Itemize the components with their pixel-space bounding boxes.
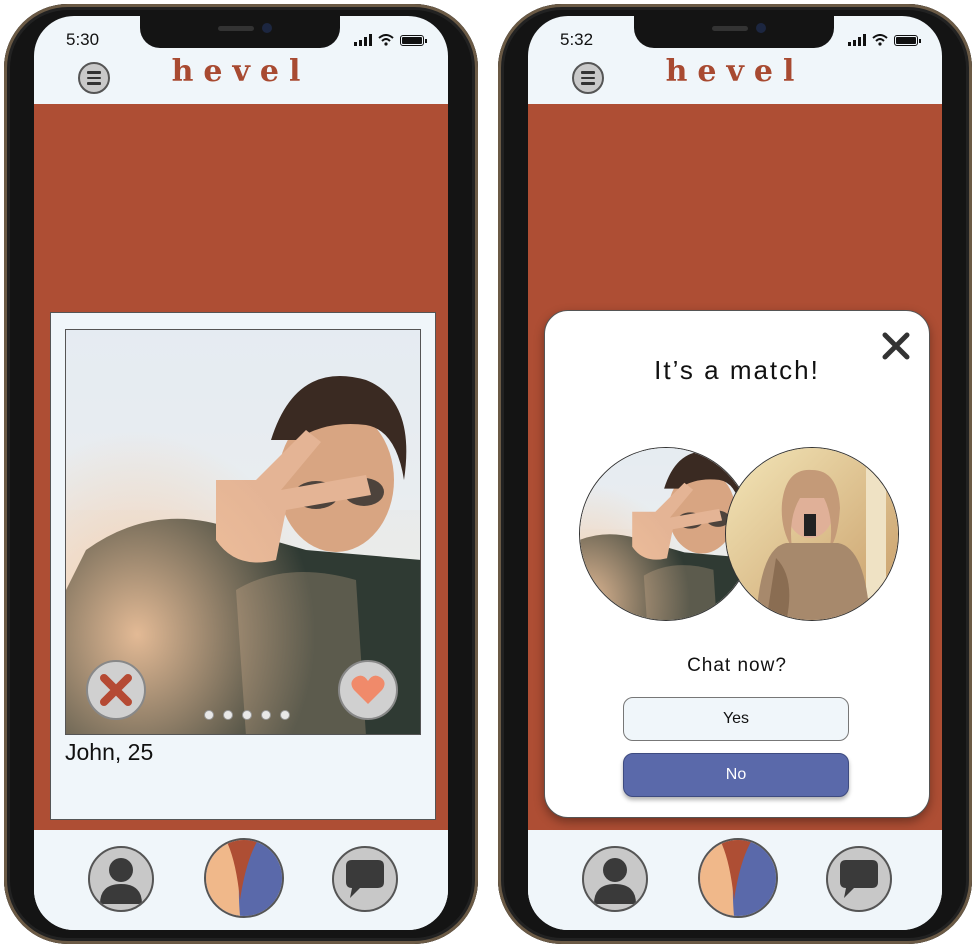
pagination-dot[interactable] <box>242 710 252 720</box>
status-time: 5:30 <box>66 30 100 49</box>
match-overlay-area: It’s a match! Chat now? Yes No <box>528 104 942 830</box>
swipe-screen: 5:30 hevel John, 25 <box>34 16 448 930</box>
app-logo: hevel <box>665 54 805 89</box>
bottom-nav <box>34 830 448 930</box>
dislike-button[interactable] <box>86 660 146 720</box>
match-screen: 5:32 hevel It’s a match! Chat now? Yes N… <box>528 16 942 930</box>
battery-icon <box>400 35 427 46</box>
signal-icon <box>354 34 372 46</box>
status-time: 5:32 <box>560 30 594 49</box>
pagination-dot[interactable] <box>223 710 233 720</box>
discover-icon <box>206 840 282 916</box>
phone-frame-swipe: 5:30 hevel John, 25 <box>4 4 478 944</box>
yes-button[interactable]: Yes <box>623 697 849 741</box>
match-modal: It’s a match! Chat now? Yes No <box>544 310 930 818</box>
profile-card[interactable]: John, 25 <box>50 312 436 820</box>
nav-chat-button[interactable] <box>826 846 892 912</box>
pagination-dot[interactable] <box>280 710 290 720</box>
heart-icon <box>351 675 385 704</box>
x-icon <box>100 674 132 706</box>
status-icons <box>848 34 921 46</box>
card-area: John, 25 <box>34 104 448 830</box>
like-button[interactable] <box>338 660 398 720</box>
app-logo: hevel <box>171 54 311 89</box>
no-button[interactable]: No <box>623 753 849 797</box>
bottom-nav <box>528 830 942 930</box>
battery-icon <box>894 35 921 46</box>
profile-icon <box>100 858 142 904</box>
signal-icon <box>848 34 866 46</box>
status-icons <box>354 34 427 46</box>
nav-profile-button[interactable] <box>88 846 154 912</box>
notch <box>140 16 340 48</box>
phone-frame-match: 5:32 hevel It’s a match! Chat now? Yes N… <box>498 4 972 944</box>
chat-icon <box>840 860 878 898</box>
match-photo-partner <box>725 447 899 621</box>
profile-name: John, 25 <box>65 739 154 765</box>
profile-photo[interactable] <box>65 329 421 735</box>
photo-pagination[interactable] <box>204 710 290 720</box>
nav-chat-button[interactable] <box>332 846 398 912</box>
match-title: It’s a match! <box>654 355 820 385</box>
notch <box>634 16 834 48</box>
match-photo-partner-image <box>726 448 899 621</box>
discover-icon <box>700 840 776 916</box>
chat-prompt: Chat now? <box>687 655 787 676</box>
nav-profile-button[interactable] <box>582 846 648 912</box>
chat-icon <box>346 860 384 898</box>
wifi-icon <box>872 34 888 46</box>
pagination-dot[interactable] <box>261 710 271 720</box>
nav-discover-button[interactable] <box>698 838 778 918</box>
nav-discover-button[interactable] <box>204 838 284 918</box>
pagination-dot[interactable] <box>204 710 214 720</box>
wifi-icon <box>378 34 394 46</box>
profile-icon <box>594 858 636 904</box>
